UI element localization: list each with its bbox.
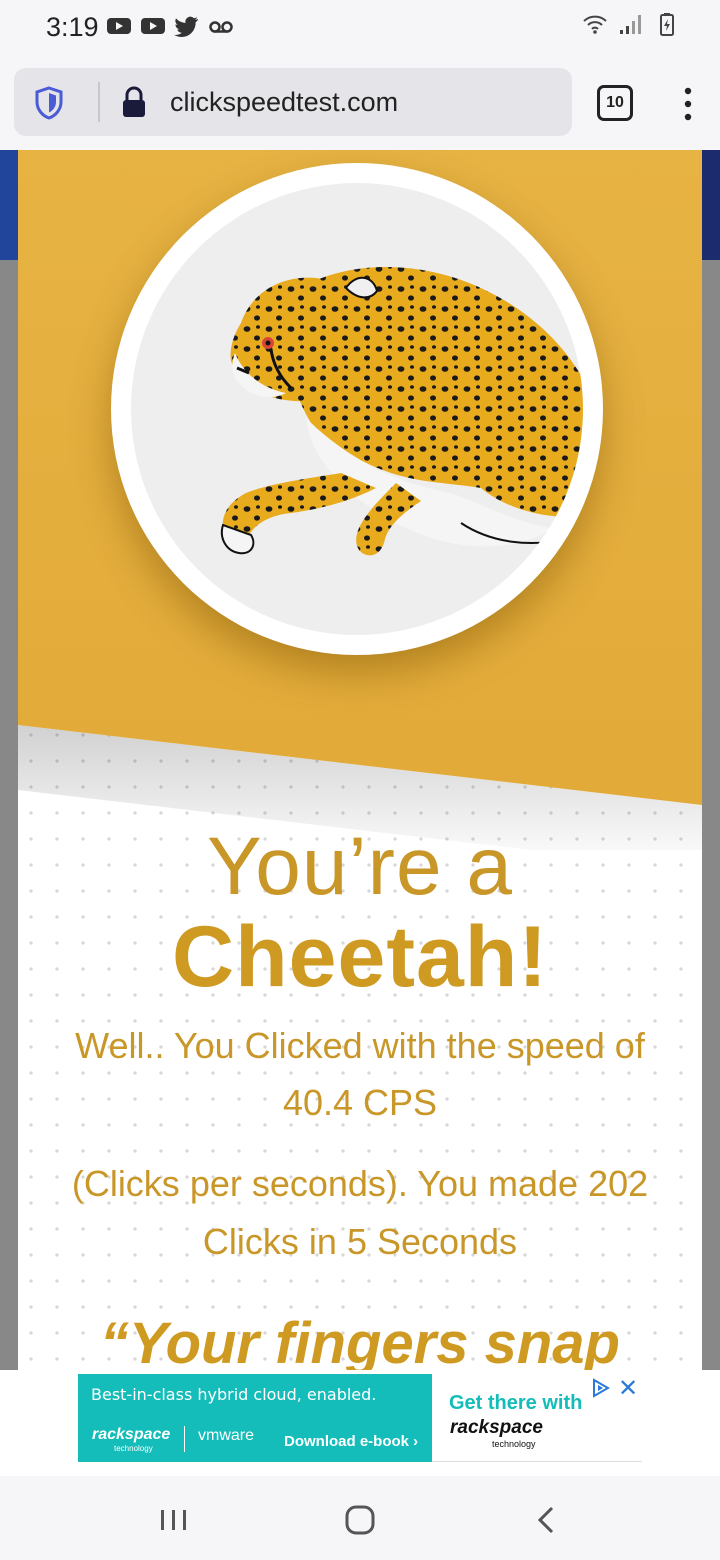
twitter-icon bbox=[174, 16, 198, 38]
recents-icon[interactable] bbox=[156, 1504, 192, 1536]
system-icons bbox=[582, 12, 680, 36]
ad-close-icon[interactable]: ✕ bbox=[618, 1376, 638, 1400]
ad-container: Best-in-class hybrid cloud, enabled. rac… bbox=[0, 1370, 720, 1476]
ad-headline[interactable]: Best-in-class hybrid cloud, enabled. bbox=[91, 1385, 376, 1404]
ad-choices-icon[interactable] bbox=[591, 1378, 611, 1398]
voicemail-icon bbox=[209, 21, 233, 33]
home-icon[interactable] bbox=[342, 1504, 378, 1536]
ad-brand-rackspace: rackspace bbox=[92, 1426, 171, 1443]
ad-separator bbox=[184, 1426, 185, 1452]
url-text[interactable]: clickspeedtest.com bbox=[170, 87, 398, 118]
header-strip-left bbox=[0, 150, 18, 260]
overflow-menu-icon[interactable] bbox=[680, 86, 696, 122]
result-title: You’re a bbox=[207, 821, 513, 912]
cheetah-image bbox=[131, 183, 583, 635]
result-animal: Cheetah! bbox=[172, 909, 548, 1005]
ad-brand-vmware: vmware bbox=[198, 1427, 255, 1444]
cheetah-icon bbox=[220, 267, 583, 556]
ad-right-title[interactable]: Get there with bbox=[449, 1392, 582, 1415]
address-divider bbox=[98, 82, 100, 122]
signal-icon bbox=[620, 15, 641, 34]
result-description: Well.. You Clicked with the speed of bbox=[75, 1025, 645, 1066]
web-page: You’re a Cheetah! Well.. You Clicked wit… bbox=[0, 150, 720, 1370]
status-time: 3:19 bbox=[46, 12, 99, 42]
ad-brand-rackspace-sub: technology bbox=[114, 1444, 153, 1453]
ad-right-brand: rackspace bbox=[450, 1417, 543, 1438]
ad-banner[interactable]: Best-in-class hybrid cloud, enabled. rac… bbox=[78, 1374, 642, 1462]
ad-left-panel[interactable]: Best-in-class hybrid cloud, enabled. rac… bbox=[78, 1374, 432, 1462]
ad-download-link[interactable]: Download e-book › bbox=[284, 1433, 418, 1450]
address-bar[interactable]: clickspeedtest.com bbox=[14, 68, 572, 136]
youtube-icon bbox=[107, 18, 131, 34]
notification-icons bbox=[106, 14, 234, 38]
result-card: You’re a Cheetah! Well.. You Clicked wit… bbox=[18, 150, 702, 1370]
result-avatar-frame bbox=[111, 163, 603, 655]
back-icon[interactable] bbox=[530, 1504, 566, 1536]
system-nav-bar bbox=[0, 1476, 720, 1560]
header-strip-right bbox=[702, 150, 720, 260]
youtube-icon bbox=[141, 18, 165, 34]
clicks-duration: Clicks in 5 Seconds bbox=[202, 1221, 518, 1262]
clicks-description: (Clicks per seconds). You made 202 bbox=[71, 1163, 649, 1204]
wifi-icon bbox=[583, 15, 607, 34]
tabs-icon[interactable]: 10 bbox=[597, 85, 633, 121]
browser-toolbar: clickspeedtest.com 10 bbox=[0, 56, 720, 150]
result-quote: “Your fingers snap bbox=[100, 1311, 620, 1370]
battery-charging-icon bbox=[660, 13, 674, 36]
cps-value: 40.4 CPS bbox=[282, 1082, 438, 1123]
lock-icon[interactable] bbox=[120, 86, 148, 118]
ad-right-sub: technology bbox=[492, 1439, 536, 1449]
shield-icon[interactable] bbox=[34, 86, 64, 120]
status-bar: 3:19 bbox=[0, 0, 720, 56]
